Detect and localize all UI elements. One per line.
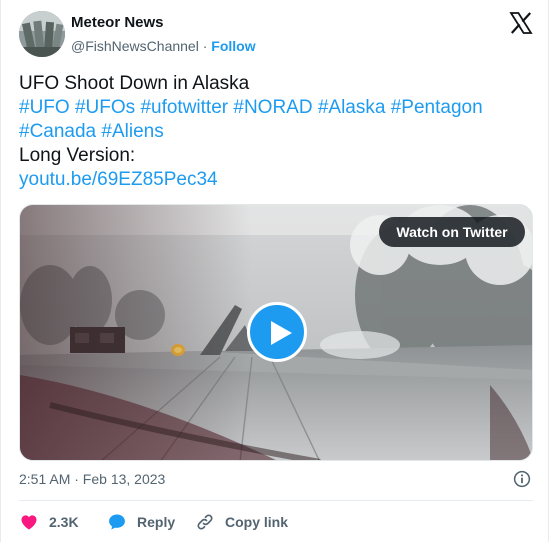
tweet-title: UFO Shoot Down in Alaska bbox=[19, 73, 250, 94]
reply-label: Reply bbox=[137, 514, 176, 530]
hashtag[interactable]: #Pentagon bbox=[391, 97, 483, 118]
link-icon bbox=[197, 514, 213, 530]
hashtag[interactable]: #Aliens bbox=[101, 121, 163, 142]
video-thumbnail[interactable]: Watch on Twitter bbox=[19, 204, 533, 461]
embedded-tweet-card: Meteor News @FishNewsChannel · Follow UF… bbox=[0, 0, 549, 542]
long-version-label: Long Version: bbox=[19, 145, 136, 166]
x-logo-icon[interactable] bbox=[509, 11, 533, 35]
copy-link-label: Copy link bbox=[225, 514, 289, 530]
hashtag[interactable]: #Alaska bbox=[318, 97, 386, 118]
follow-link[interactable]: Follow bbox=[211, 38, 255, 54]
author-handle[interactable]: @FishNewsChannel bbox=[71, 38, 199, 54]
handle-row: @FishNewsChannel · Follow bbox=[71, 38, 256, 54]
tweet-header: Meteor News @FishNewsChannel · Follow bbox=[1, 0, 549, 70]
reply-button[interactable]: Reply bbox=[107, 510, 175, 534]
hashtag-line-2: #Canada #Aliens bbox=[19, 120, 534, 144]
like-button[interactable]: 2.3K bbox=[19, 510, 79, 534]
author-name[interactable]: Meteor News bbox=[71, 14, 164, 31]
hashtag[interactable]: #UFOs bbox=[75, 97, 135, 118]
avatar-image bbox=[19, 11, 65, 57]
avatar[interactable] bbox=[19, 11, 65, 57]
tweet-actions: 2.3K Reply Copy link bbox=[19, 510, 533, 534]
external-link[interactable]: youtu.be/69EZ85Pec34 bbox=[19, 168, 534, 192]
divider bbox=[19, 500, 533, 501]
play-icon bbox=[271, 321, 292, 345]
watch-on-twitter-button[interactable]: Watch on Twitter bbox=[379, 217, 525, 247]
hashtag[interactable]: #Canada bbox=[19, 121, 96, 142]
reply-bubble-icon bbox=[109, 514, 125, 530]
tweet-timestamp[interactable]: 2:51 AM · Feb 13, 2023 bbox=[19, 471, 165, 487]
like-count: 2.3K bbox=[49, 514, 79, 530]
hashtag-line-1: #UFO #UFOs #ufotwitter #NORAD #Alaska #P… bbox=[19, 96, 534, 120]
copy-link-button[interactable]: Copy link bbox=[195, 510, 288, 534]
play-button[interactable] bbox=[247, 302, 307, 362]
hashtag[interactable]: #UFO bbox=[19, 97, 70, 118]
separator-dot: · bbox=[202, 38, 208, 54]
hashtag[interactable]: #ufotwitter bbox=[140, 97, 228, 118]
hashtag[interactable]: #NORAD bbox=[233, 97, 312, 118]
heart-icon bbox=[21, 515, 37, 530]
info-icon[interactable] bbox=[513, 470, 531, 488]
tweet-text: UFO Shoot Down in Alaska #UFO #UFOs #ufo… bbox=[19, 72, 534, 192]
